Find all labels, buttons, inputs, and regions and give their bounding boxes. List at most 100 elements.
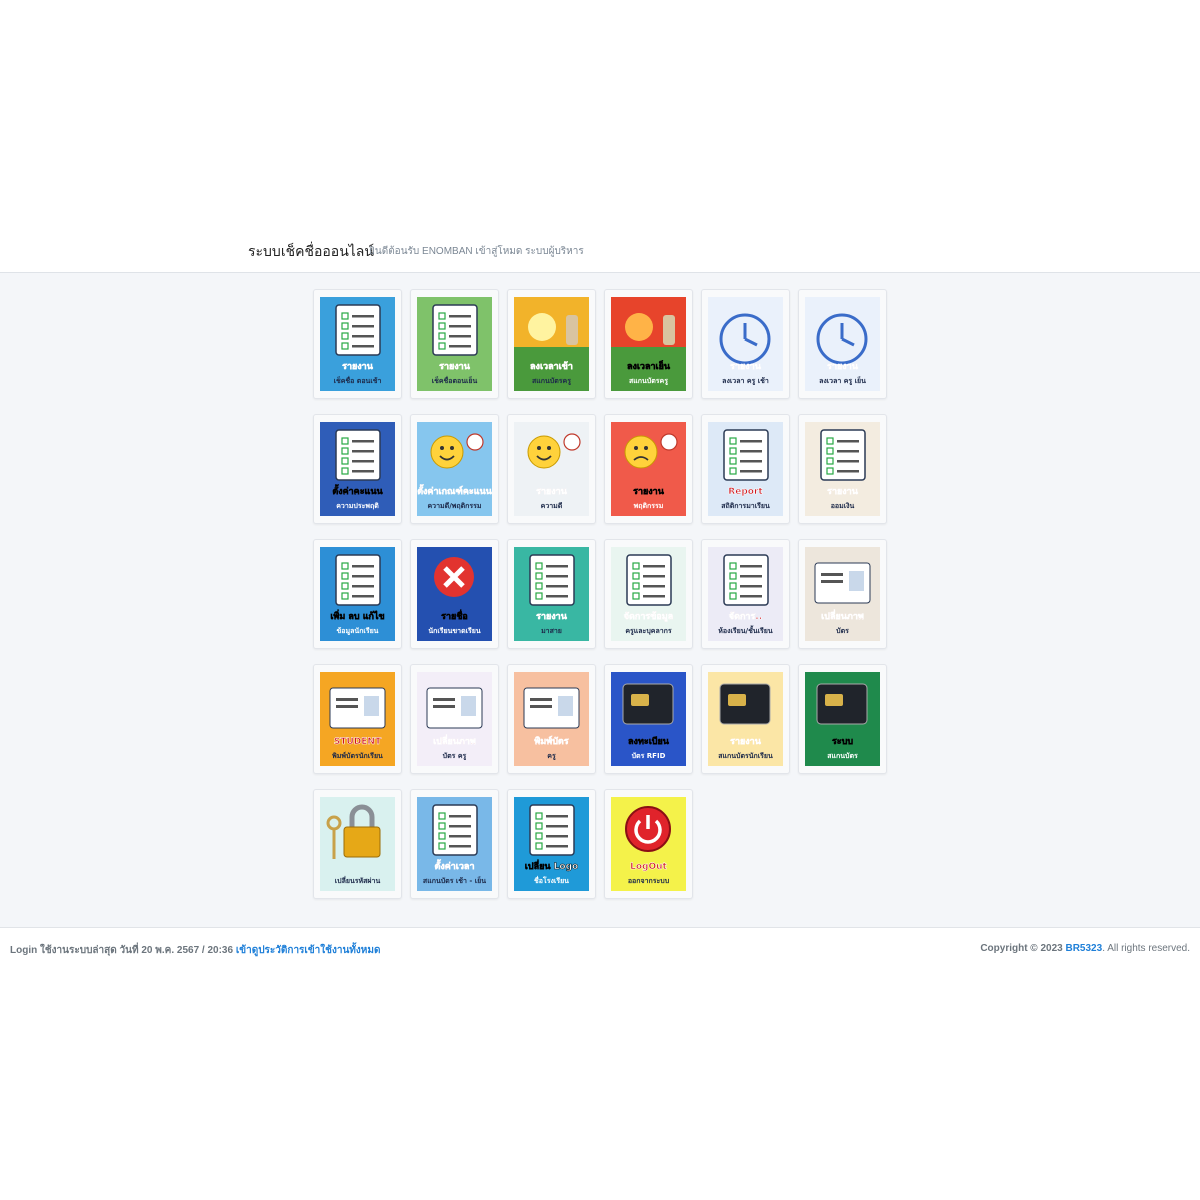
tile-label-primary: รายงาน	[730, 737, 762, 747]
tile-label-secondary: สถิติการมาเรียน	[721, 502, 770, 510]
menu-tile-23[interactable]: รายงาน สแกนบัตรนักเรียน	[701, 664, 790, 774]
menu-tile-9[interactable]: รายงานความดี	[507, 414, 596, 524]
teacher-photo-icon: เปลี่ยนภาพบัตร ครู	[417, 672, 492, 766]
menu-tile-24[interactable]: ระบบสแกนบัตร	[798, 664, 887, 774]
tile-label-secondary: ความดี/พฤติกรรม	[427, 502, 481, 510]
menu-tile-2[interactable]: รายงานเช็คชื่อตอนเย็น	[410, 289, 499, 399]
tile-label-secondary: เช็คชื่อ ตอนเช้า	[334, 375, 382, 385]
tile-label-primary: รายงาน	[439, 362, 471, 372]
top-blank-area	[0, 0, 1200, 235]
menu-tile-7[interactable]: ตั้งค่าคะแนน ความประพฤติ	[313, 414, 402, 524]
tile-label-secondary: ข้อมูลนักเรียน	[337, 626, 379, 636]
menu-tile-8[interactable]: ตั้งค่าเกณฑ์คะแนน ความดี/พฤติกรรม	[410, 414, 499, 524]
menu-tile-5[interactable]: รายงาน ลงเวลา ครู เช้า	[701, 289, 790, 399]
tile-label-primary: รายงาน	[536, 487, 568, 497]
padlock-key-icon: เปลี่ยนรหัสผ่าน	[320, 797, 395, 891]
menu-tile-11[interactable]: Report สถิติการมาเรียน	[701, 414, 790, 524]
tile-label-secondary: ชื่อโรงเรียน	[534, 875, 569, 885]
menu-tile-4[interactable]: ลงเวลาเย็น สแกนบัตรครู	[604, 289, 693, 399]
tile-label-secondary: ออกจากระบบ	[628, 877, 670, 885]
clipboard-checklist-icon: รายงานเช็คชื่อ ตอนเช้า	[320, 297, 395, 391]
menu-tile-21[interactable]: พิมพ์บัตรครู	[507, 664, 596, 774]
tile-label-primary: พิมพ์บัตร	[534, 735, 568, 747]
last-login-info: Login ใช้งานระบบล่าสุด วันที่ 20 พ.ค. 25…	[10, 943, 380, 958]
menu-tile-13[interactable]: เพิ่ม ลบ แก้ไข ข้อมูลนักเรียน	[313, 539, 402, 649]
tile-label-primary: รายงาน	[827, 487, 859, 497]
menu-tile-1[interactable]: รายงาน เช็คชื่อ ตอนเช้า	[313, 289, 402, 399]
clock-report-evening-icon: รายงานลงเวลา ครู เย็น	[805, 297, 880, 391]
tile-label-secondary: พฤติกรรม	[634, 502, 664, 510]
sunrise-scan-icon: ลงเวลาเข้าสแกนบัตรครู	[514, 297, 589, 391]
tile-label-secondary: บัตร	[836, 627, 849, 635]
menu-tile-27[interactable]: เปลี่ยน Logo ชื่อโรงเรียน	[507, 789, 596, 899]
tile-label-primary: รายงาน	[536, 612, 568, 622]
settings-plus-minus-icon: ตั้งค่าคะแนนความประพฤติ	[320, 422, 395, 516]
rfid-register-icon: ลงทะเบียนบัตร RFID	[611, 672, 686, 766]
menu-tile-6[interactable]: รายงานลงเวลา ครู เย็น	[798, 289, 887, 399]
menu-tile-3[interactable]: ลงเวลาเข้า สแกนบัตรครู	[507, 289, 596, 399]
tile-label-primary: จัดการ..	[729, 611, 762, 622]
late-runner-icon: รายงานมาสาย	[514, 547, 589, 641]
power-logout-icon: LogOut ออกจากระบบ	[611, 797, 686, 891]
menu-tile-16[interactable]: จัดการข้อมูล ครูและบุคลากร	[604, 539, 693, 649]
tile-label-secondary: เช็คชื่อตอนเย็น	[432, 375, 478, 385]
menu-tile-19[interactable]: STUDENT พิมพ์บัตรนักเรียน	[313, 664, 402, 774]
tile-label-secondary: ลงเวลา ครู เช้า	[722, 376, 769, 386]
page-title: ระบบเช็คชื่อออนไลน์	[248, 243, 374, 259]
print-card-icon: พิมพ์บัตรครู	[514, 672, 589, 766]
clock-report-morning-icon: รายงานลงเวลา ครู เช้า	[708, 297, 783, 391]
sad-minus-icon: รายงานพฤติกรรม	[611, 422, 686, 516]
menu-tile-14[interactable]: รายชื่อ นักเรียนขาดเรียน	[410, 539, 499, 649]
welcome-subtitle: ยินดีต้อนรับ ENOMBAN เข้าสู่โหมด ระบบผู้…	[369, 246, 584, 257]
tile-label-secondary: ออมเงิน	[831, 502, 855, 510]
menu-tile-28[interactable]: LogOut ออกจากระบบ	[604, 789, 693, 899]
clipboard-hand-icon: รายงานเช็คชื่อตอนเย็น	[417, 297, 492, 391]
student-id-card-icon: STUDENT พิมพ์บัตรนักเรียน	[320, 672, 395, 766]
menu-tile-18[interactable]: เปลี่ยนภาพ บัตร	[798, 539, 887, 649]
tile-label-secondary: นักเรียนขาดเรียน	[428, 627, 481, 635]
tile-label-primary: จัดการข้อมูล	[624, 611, 673, 622]
menu-tile-10[interactable]: รายงานพฤติกรรม	[604, 414, 693, 524]
tile-label-secondary: ครู	[547, 752, 556, 761]
classroom-icon: จัดการ..ห้องเรียน/ชั้นเรียน	[708, 547, 783, 641]
tile-label-secondary: ความดี	[541, 502, 563, 510]
menu-tile-12[interactable]: รายงานออมเงิน	[798, 414, 887, 524]
rights-text: . All rights reserved.	[1102, 943, 1190, 954]
menu-tile-17[interactable]: จัดการ.. ห้องเรียน/ชั้นเรียน	[701, 539, 790, 649]
menu-tile-26[interactable]: ตั้งค่าเวลา สแกนบัตร เช้า - เย็น	[410, 789, 499, 899]
sunset-scan-icon: ลงเวลาเย็นสแกนบัตรครู	[611, 297, 686, 391]
tile-label-secondary: พิมพ์บัตรนักเรียน	[332, 751, 383, 760]
tile-label-secondary: สแกนบัตร	[827, 752, 858, 760]
savings-report-icon: รายงานออมเงิน	[805, 422, 880, 516]
tile-label-secondary: สแกนบัตรครู	[629, 377, 668, 386]
card-scanner-icon: ระบบสแกนบัตร	[805, 672, 880, 766]
menu-tile-15[interactable]: รายงานมาสาย	[507, 539, 596, 649]
edit-note-icon: เพิ่ม ลบ แก้ไขข้อมูลนักเรียน	[320, 547, 395, 641]
absent-x-icon: รายชื่อนักเรียนขาดเรียน	[417, 547, 492, 641]
tile-label-secondary: ลงเวลา ครู เย็น	[819, 376, 866, 386]
menu-tile-25[interactable]: เปลี่ยนรหัสผ่าน	[313, 789, 402, 899]
page-header: ระบบเช็คชื่อออนไลน์ ยินดีต้อนรับ ENOMBAN…	[0, 235, 1200, 273]
copyright-text: Copyright © 2023	[980, 943, 1063, 954]
login-history-link[interactable]: เข้าดูประวัติการเข้าใช้งานทั้งหมด	[236, 945, 381, 956]
tile-label-primary: รายงาน	[633, 487, 665, 497]
tile-label-primary: รายงาน	[827, 362, 859, 372]
smiley-gear-icon: ตั้งค่าเกณฑ์คะแนนความดี/พฤติกรรม	[417, 422, 492, 516]
time-settings-icon: ตั้งค่าเวลาสแกนบัตร เช้า - เย็น	[417, 797, 492, 891]
tile-label-secondary: เปลี่ยนรหัสผ่าน	[335, 875, 381, 885]
tile-label-secondary: บัตร RFID	[632, 752, 666, 760]
tile-label-secondary: ความประพฤติ	[336, 502, 379, 510]
brand-link[interactable]: BR5323	[1065, 943, 1102, 954]
copyright: Copyright © 2023 BR5323. All rights rese…	[980, 943, 1190, 954]
tile-label-primary: ระบบ	[832, 737, 853, 747]
teachers-icon: จัดการข้อมูลครูและบุคลากร	[611, 547, 686, 641]
tile-label-primary: ลงทะเบียน	[628, 736, 670, 747]
menu-tile-20[interactable]: เปลี่ยนภาพ บัตร ครู	[410, 664, 499, 774]
change-logo-icon: เปลี่ยน Logoชื่อโรงเรียน	[514, 797, 589, 891]
tile-label-primary: ลงเวลาเข้า	[530, 361, 573, 372]
tile-label-secondary: มาสาย	[541, 627, 562, 635]
report-magnifier-icon: Report สถิติการมาเรียน	[708, 422, 783, 516]
scan-report-icon: รายงานสแกนบัตรนักเรียน	[708, 672, 783, 766]
menu-tile-22[interactable]: ลงทะเบียนบัตร RFID	[604, 664, 693, 774]
tile-label-primary: Report	[728, 487, 763, 497]
